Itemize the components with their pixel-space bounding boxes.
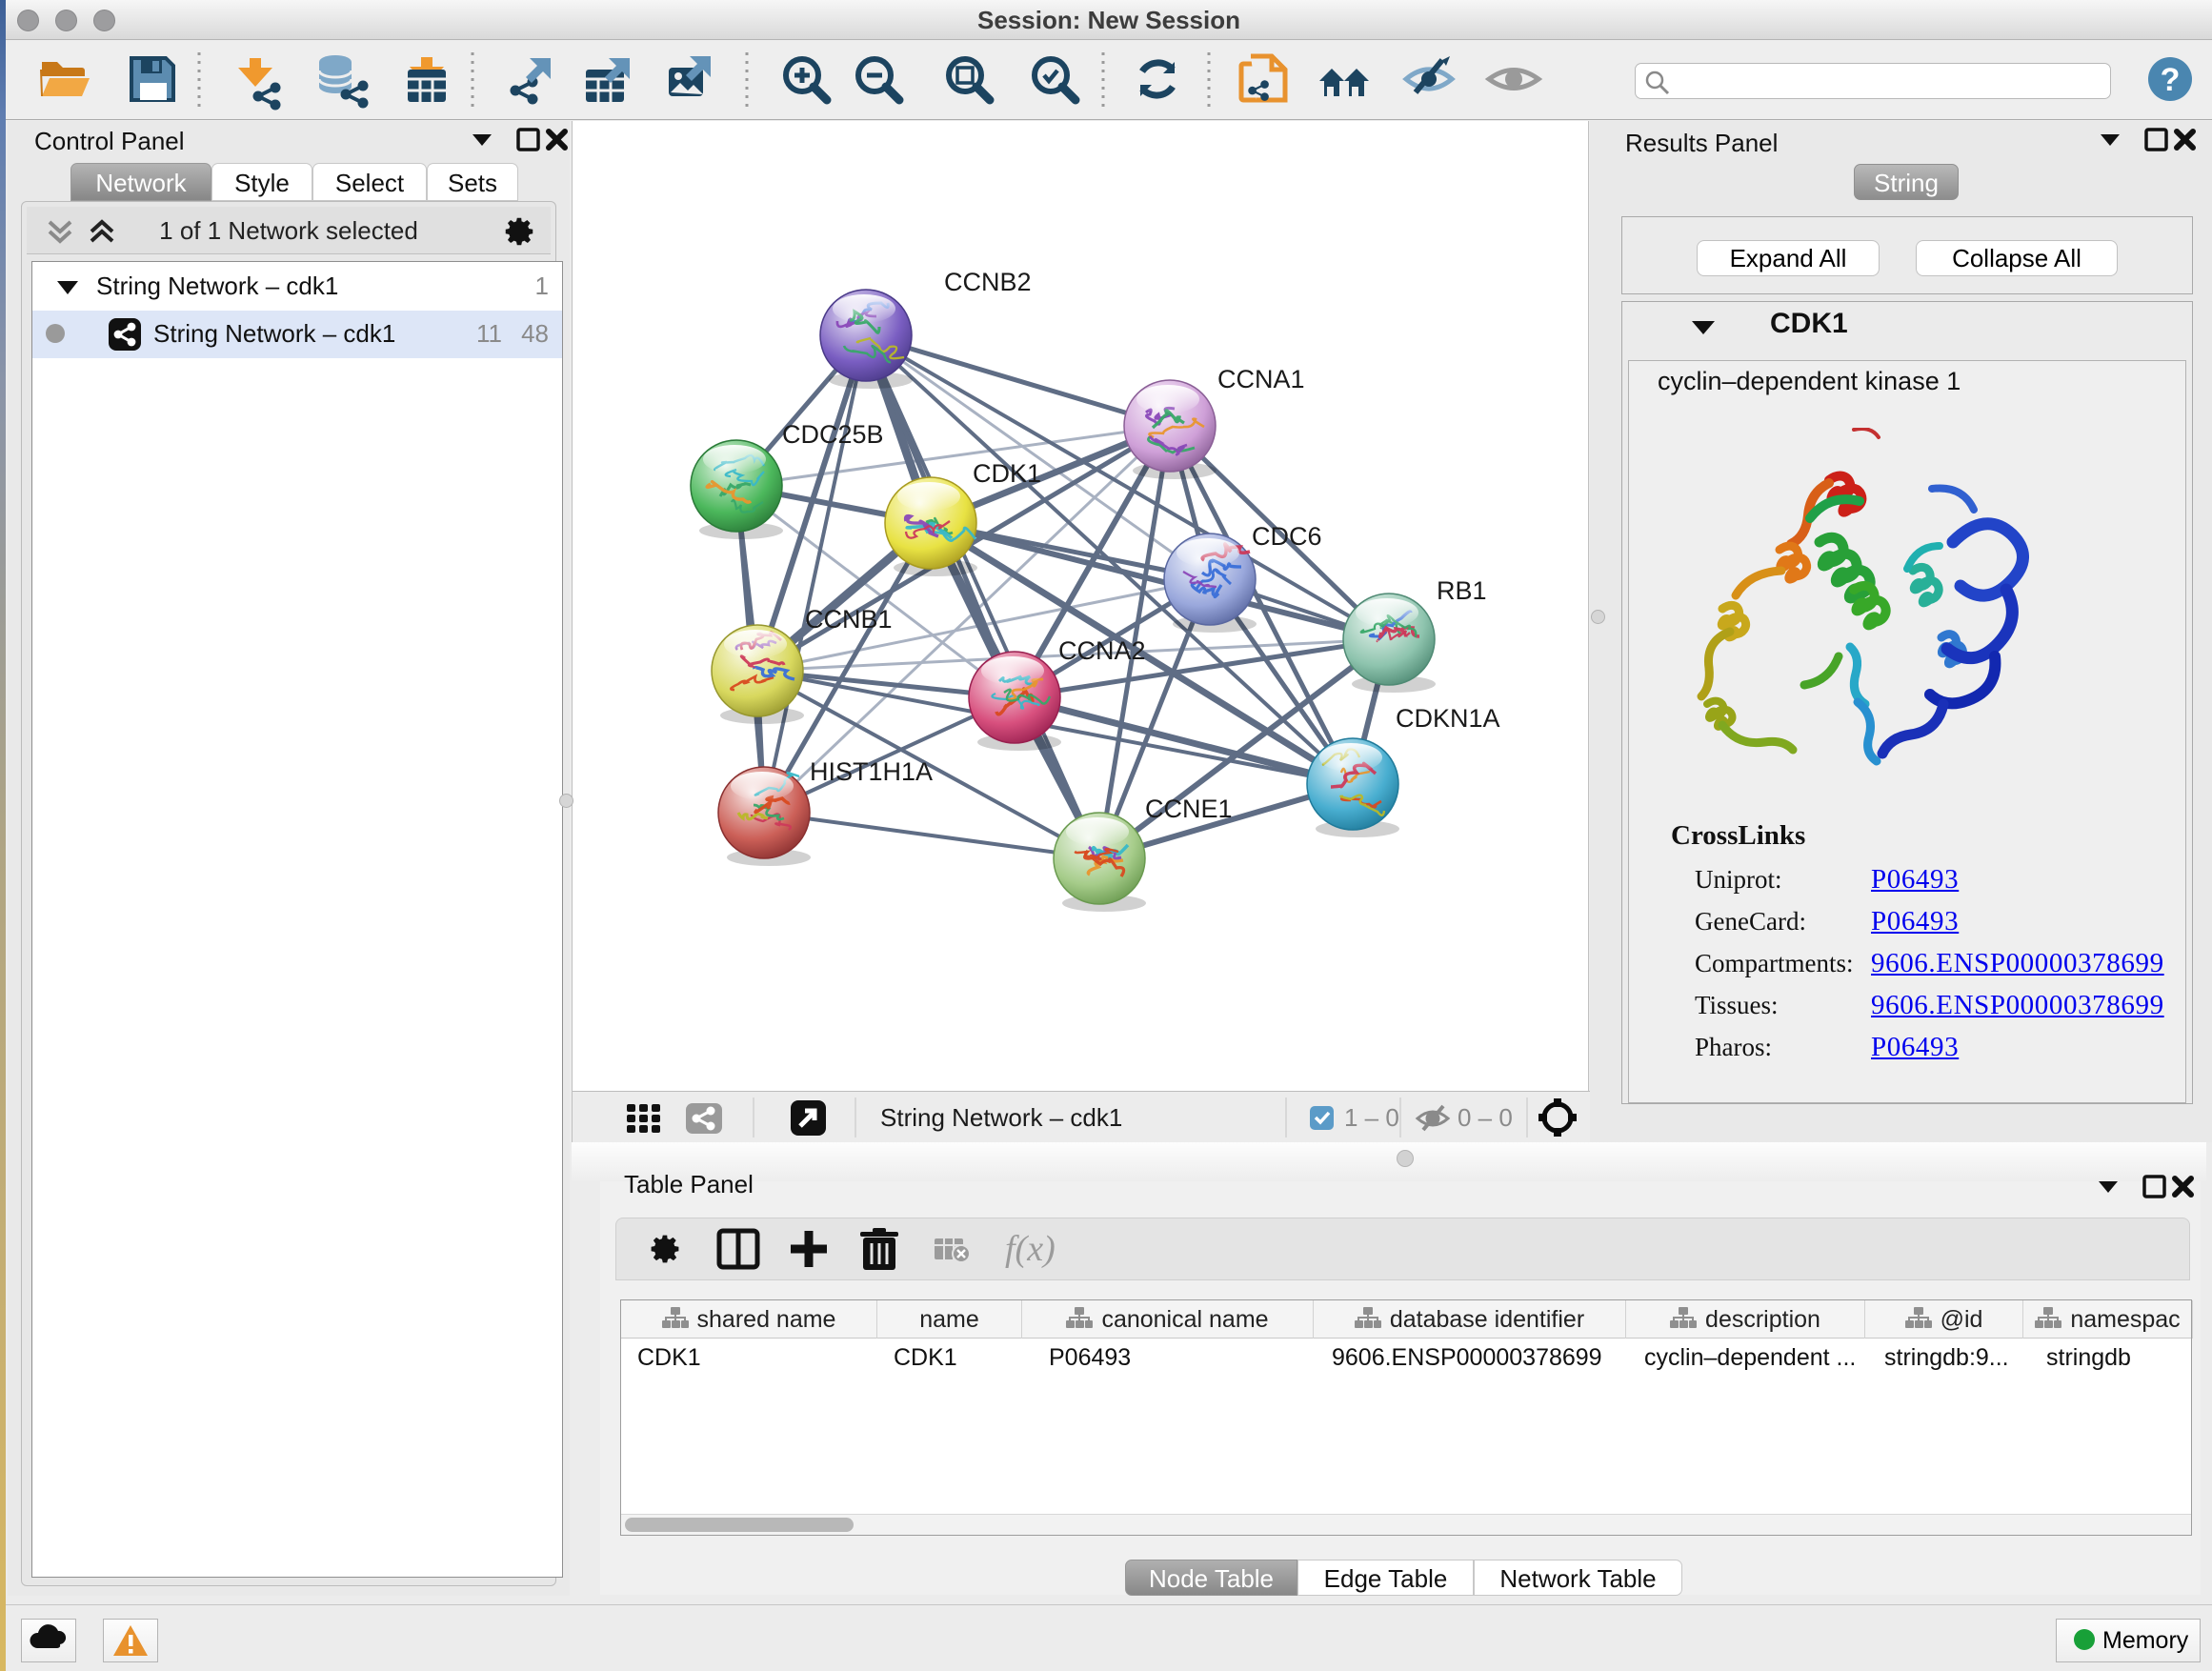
svg-text:CCNB2: CCNB2 [944, 268, 1032, 296]
svg-text:CDK1: CDK1 [973, 459, 1041, 488]
svg-text:?: ? [2161, 62, 2181, 98]
svg-text:f(x): f(x) [1005, 1229, 1056, 1269]
svg-text:CCNA1: CCNA1 [1217, 365, 1305, 393]
svg-text:CDC6: CDC6 [1252, 522, 1322, 551]
svg-text:String Network – cdk1: String Network – cdk1 [880, 1103, 1122, 1132]
svg-text:CCNE1: CCNE1 [1145, 795, 1233, 823]
svg-text:CCNB1: CCNB1 [805, 605, 893, 634]
svg-text:HIST1H1A: HIST1H1A [810, 757, 933, 786]
svg-text:RB1: RB1 [1437, 576, 1487, 605]
svg-text:0 – 0: 0 – 0 [1458, 1103, 1513, 1132]
svg-text:1 – 0: 1 – 0 [1344, 1103, 1399, 1132]
svg-text:CDC25B: CDC25B [782, 420, 884, 449]
svg-text:CDKN1A: CDKN1A [1396, 704, 1500, 733]
svg-text:CCNA2: CCNA2 [1058, 636, 1146, 665]
